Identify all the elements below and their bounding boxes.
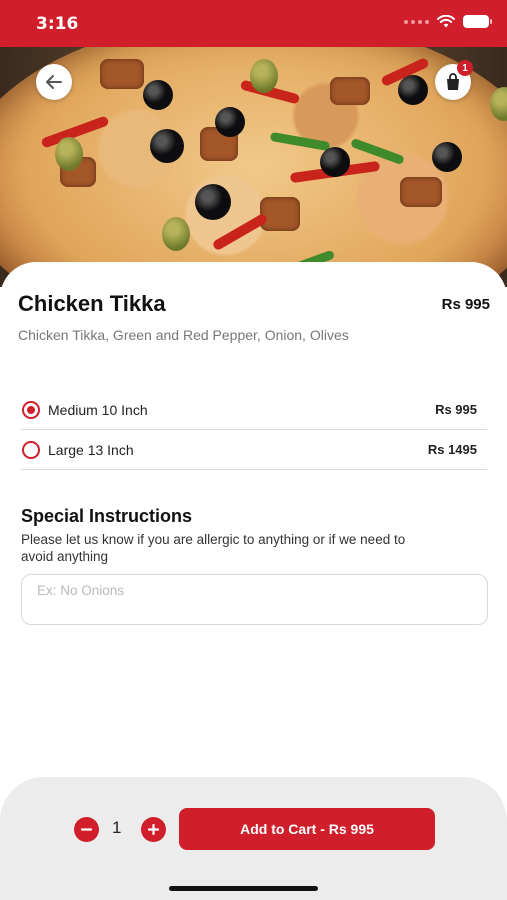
option-price: Rs 1495 bbox=[427, 442, 477, 457]
cart-badge: 1 bbox=[457, 60, 473, 76]
wifi-icon bbox=[437, 15, 455, 28]
add-to-cart-button[interactable]: Add to Cart - Rs 995 bbox=[179, 808, 435, 850]
special-instructions-title: Special Instructions bbox=[21, 506, 193, 526]
status-icons bbox=[404, 15, 492, 28]
option-medium[interactable]: Medium 10 Inch Rs 995 bbox=[21, 390, 487, 430]
special-instructions-input[interactable] bbox=[21, 574, 488, 625]
option-label: Medium 10 Inch bbox=[48, 401, 148, 418]
special-instructions-text: Please let us know if you are allergic t… bbox=[21, 532, 406, 564]
status-bar: 3:16 bbox=[0, 0, 507, 47]
product-image bbox=[0, 47, 507, 287]
plus-icon bbox=[148, 824, 159, 835]
battery-icon bbox=[463, 15, 492, 28]
home-indicator bbox=[169, 886, 318, 891]
signal-icon bbox=[404, 19, 429, 24]
radio-selected[interactable] bbox=[22, 400, 40, 419]
product-description: Chicken Tikka, Green and Red Pepper, Oni… bbox=[18, 327, 349, 343]
option-price: Rs 995 bbox=[435, 402, 477, 417]
status-time: 3:16 bbox=[36, 14, 79, 34]
decrease-quantity-button[interactable] bbox=[74, 817, 99, 842]
radio-unselected[interactable] bbox=[22, 440, 40, 459]
back-button[interactable] bbox=[36, 64, 72, 100]
size-options: Medium 10 Inch Rs 995 Large 13 Inch Rs 1… bbox=[21, 390, 487, 470]
cart-button[interactable]: 1 bbox=[435, 60, 473, 100]
product-name: Chicken Tikka bbox=[18, 291, 166, 316]
quantity-value: 1 bbox=[112, 818, 122, 837]
increase-quantity-button[interactable] bbox=[141, 817, 166, 842]
option-large[interactable]: Large 13 Inch Rs 1495 bbox=[21, 430, 487, 470]
shopping-bag-icon bbox=[447, 73, 459, 90]
minus-icon bbox=[81, 828, 92, 831]
product-price: Rs 995 bbox=[441, 296, 490, 313]
arrow-left-icon bbox=[46, 75, 62, 89]
option-label: Large 13 Inch bbox=[48, 441, 134, 458]
